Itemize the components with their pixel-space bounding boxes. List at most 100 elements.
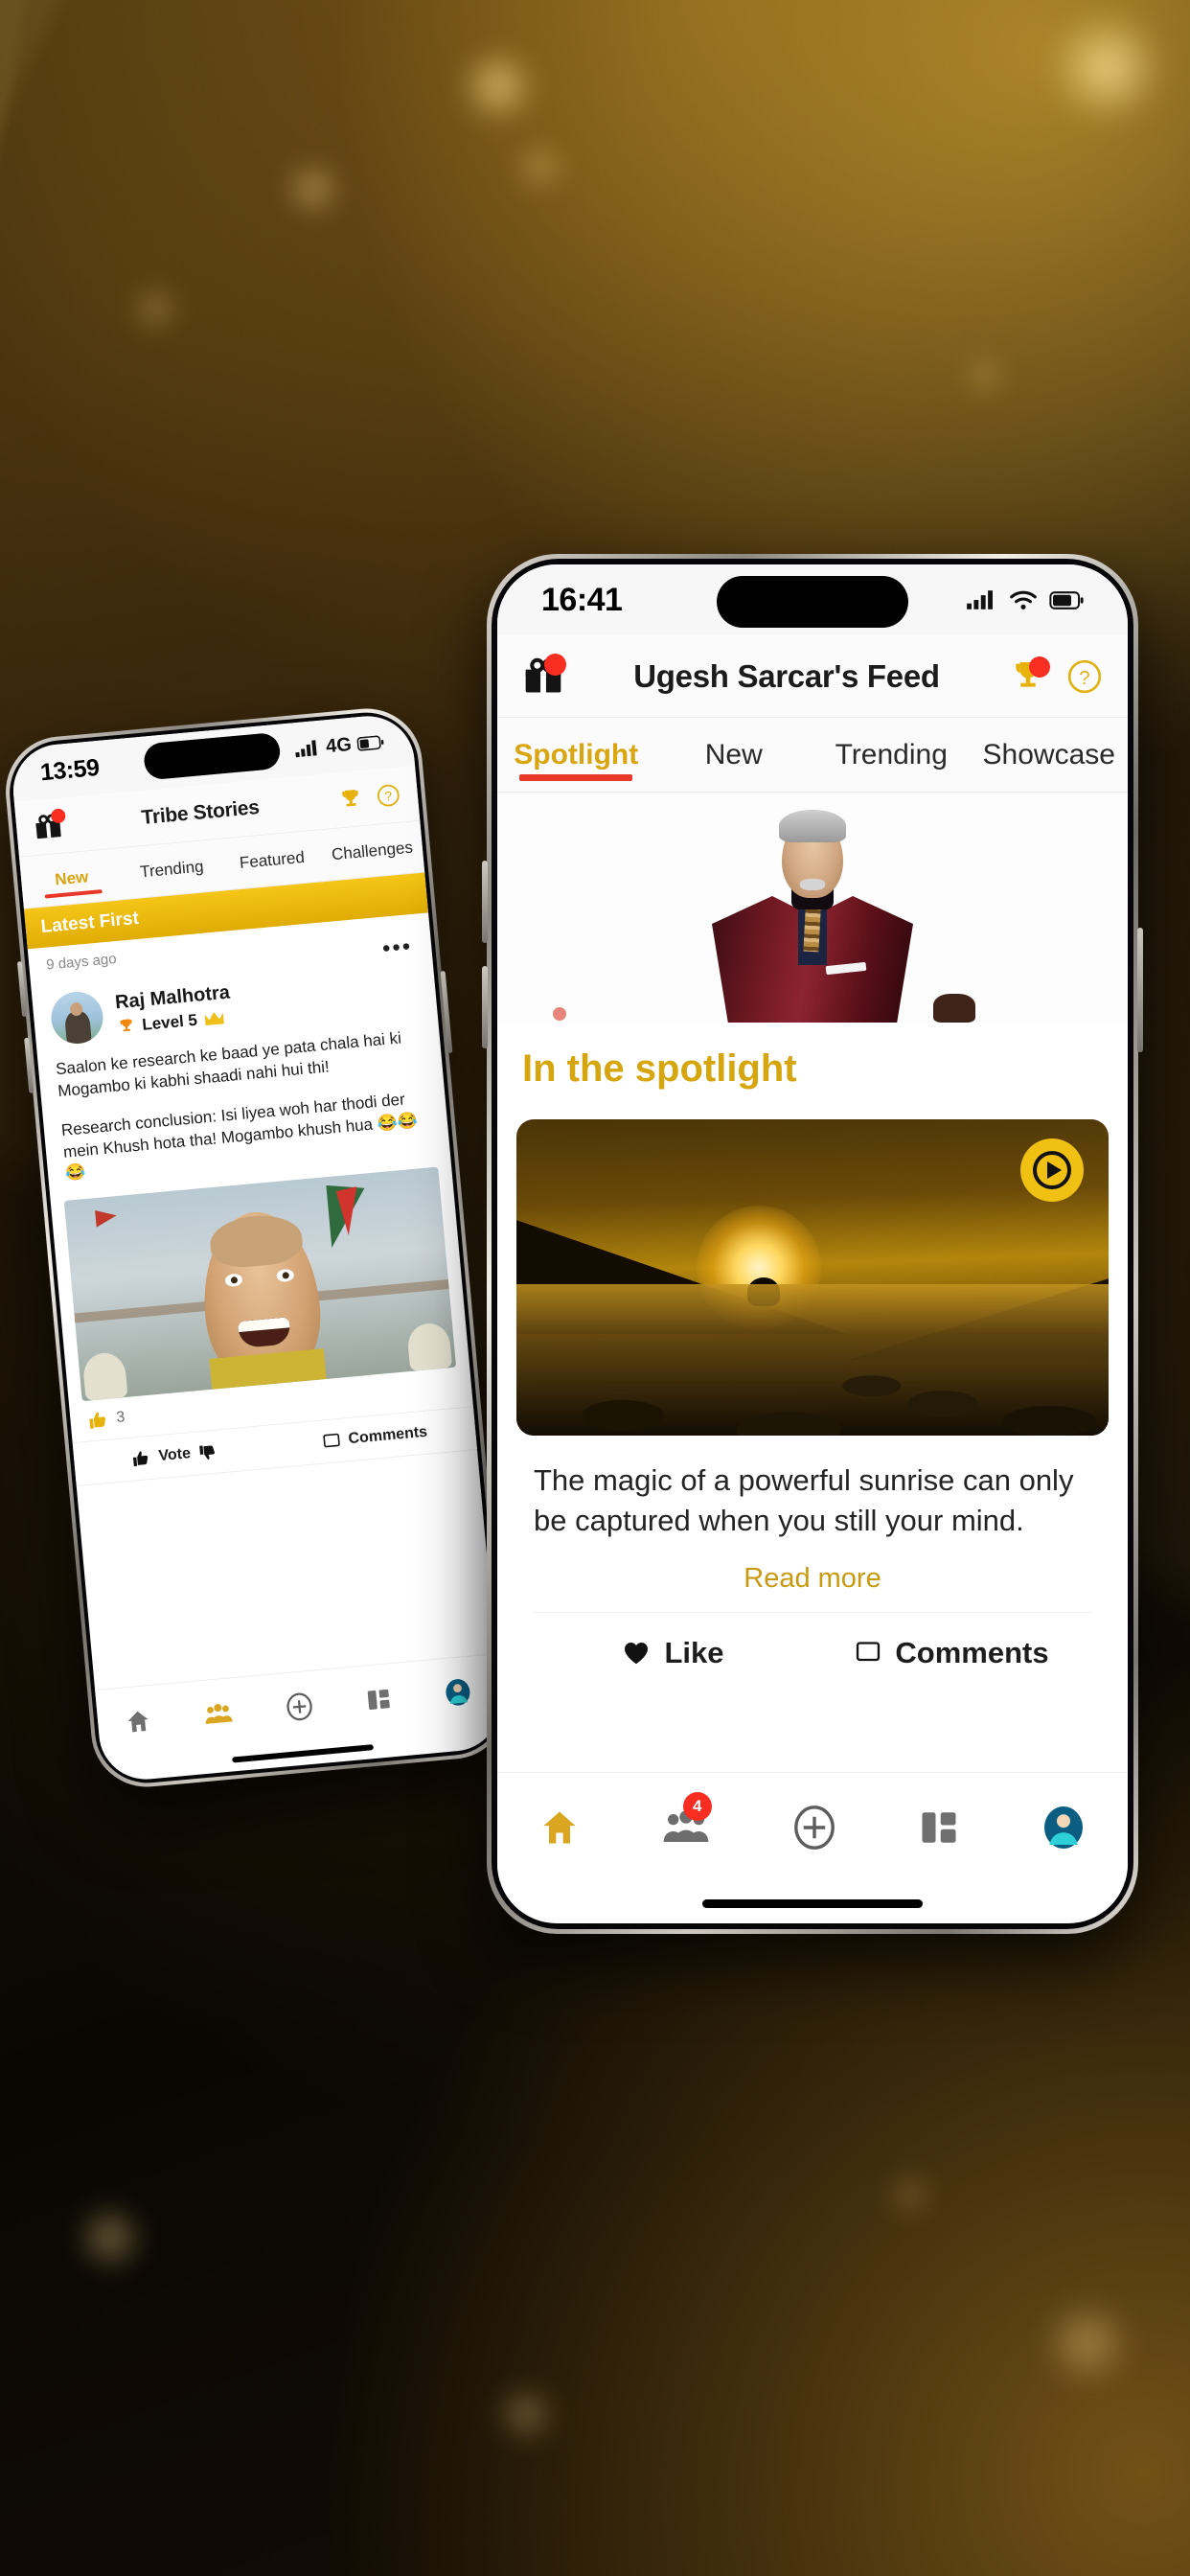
volume-button[interactable]: [482, 861, 488, 943]
home-icon: [543, 1811, 576, 1843]
network-type-label: 4G: [325, 733, 353, 757]
bokeh-light: [134, 288, 176, 330]
trophy-icon: [341, 789, 358, 807]
decor-dot: [553, 1007, 566, 1021]
page-title: Tribe Stories: [140, 795, 261, 829]
category-tabs: Spotlight New Trending Showcase: [497, 718, 1128, 793]
bokeh-light: [1049, 10, 1164, 125]
tab-spotlight[interactable]: Spotlight: [497, 739, 655, 771]
level-label: Level 5: [141, 1010, 198, 1034]
right-phone-screen: 16:41 Ugesh Sarcar's Feed ? Spotlight Ne…: [497, 564, 1128, 1923]
power-button[interactable]: [1137, 928, 1143, 1052]
tab-new[interactable]: New: [21, 864, 123, 892]
rocks-foreground: [516, 1290, 1109, 1436]
comments-button[interactable]: Comments: [274, 1418, 476, 1456]
play-button[interactable]: [1020, 1138, 1084, 1202]
plus-circle-icon: [794, 1805, 835, 1850]
right-phone-device: 16:41 Ugesh Sarcar's Feed ? Spotlight Ne…: [482, 554, 1143, 1934]
cellular-signal-icon: [967, 590, 993, 610]
dynamic-island: [717, 576, 908, 628]
nav-groups[interactable]: [203, 1700, 234, 1728]
nav-profile[interactable]: [1041, 1805, 1087, 1851]
avatar: [49, 990, 105, 1046]
spotlight-hero-image[interactable]: [497, 793, 1128, 1023]
thumbs-up-icon: [89, 1412, 106, 1429]
tab-trending[interactable]: Trending: [812, 739, 971, 771]
nav-dashboard[interactable]: [919, 1807, 959, 1848]
volume-button[interactable]: [482, 966, 488, 1048]
home-icon: [127, 1711, 149, 1732]
bokeh-light: [517, 144, 563, 190]
grid-layout-icon: [367, 1689, 390, 1710]
avatar-icon: [1044, 1806, 1084, 1849]
post-media-image[interactable]: [63, 1166, 457, 1402]
read-more-link[interactable]: Read more: [534, 1540, 1091, 1614]
like-button[interactable]: Like: [534, 1636, 812, 1670]
battery-icon: [1049, 590, 1084, 610]
tab-challenges[interactable]: Challenges: [321, 837, 423, 864]
nav-home[interactable]: [124, 1707, 152, 1736]
post-media-video[interactable]: [516, 1119, 1109, 1436]
vote-button[interactable]: Vote: [74, 1437, 276, 1474]
bokeh-light: [77, 2204, 144, 2271]
play-circle-icon: [1033, 1151, 1071, 1189]
crown-icon: [204, 1011, 224, 1025]
gift-button[interactable]: [33, 807, 66, 842]
decor-flag: [95, 1208, 121, 1260]
dynamic-island: [142, 731, 282, 781]
play-triangle: [1046, 1162, 1062, 1179]
tab-new[interactable]: New: [655, 739, 813, 771]
nav-groups[interactable]: 4: [662, 1791, 712, 1848]
comment-icon: [323, 1433, 340, 1448]
nav-home[interactable]: [538, 1806, 581, 1849]
groups-badge: 4: [682, 1791, 712, 1821]
bokeh-light: [891, 2175, 929, 2214]
grid-layout-icon: [922, 1811, 956, 1843]
trophy-badge: [1029, 656, 1050, 678]
help-button[interactable]: ?: [1066, 658, 1103, 695]
meme-subject-face: [195, 1207, 327, 1391]
gift-button[interactable]: [522, 653, 566, 698]
bokeh-light: [498, 2386, 554, 2442]
cellular-signal-icon: [295, 740, 318, 758]
nav-dashboard[interactable]: [365, 1686, 392, 1713]
thumbs-down-icon[interactable]: [197, 1442, 218, 1463]
status-time: 13:59: [38, 753, 101, 786]
people-group-icon: [205, 1703, 233, 1724]
avatar-icon: [446, 1678, 470, 1706]
bokeh-light: [1044, 2300, 1131, 2386]
page-title: Ugesh Sarcar's Feed: [633, 657, 940, 694]
plus-circle-icon: [286, 1692, 312, 1720]
nav-profile[interactable]: [443, 1676, 474, 1708]
tab-featured[interactable]: Featured: [221, 846, 323, 874]
trophy-button[interactable]: [337, 786, 364, 813]
tab-showcase[interactable]: Showcase: [971, 739, 1129, 771]
vote-label: Vote: [157, 1445, 192, 1465]
spotlight-section-title: In the spotlight: [497, 1023, 1128, 1119]
comment-icon: [857, 1642, 881, 1662]
comments-label: Comments: [347, 1423, 428, 1448]
wifi-icon: [1010, 590, 1037, 610]
bokeh-light: [460, 48, 537, 125]
post-actions-row: Like Comments: [534, 1613, 1091, 1671]
nav-create[interactable]: [284, 1690, 315, 1722]
gift-badge: [544, 653, 566, 676]
svg-text:?: ?: [384, 789, 393, 804]
trophy-button[interactable]: [1009, 656, 1050, 696]
bokeh-light: [968, 359, 1000, 392]
home-indicator[interactable]: [702, 1899, 923, 1908]
help-circle-icon: ?: [1067, 659, 1102, 693]
home-indicator[interactable]: [232, 1744, 375, 1763]
thumbs-up-icon: [133, 1451, 149, 1467]
battery-icon: [356, 735, 384, 751]
nav-create[interactable]: [791, 1805, 837, 1851]
post-card: 9 days ago ••• Raj Malhotra Level 5 Saal…: [28, 912, 478, 1487]
comments-label: Comments: [895, 1636, 1049, 1670]
app-bar: Ugesh Sarcar's Feed ?: [497, 635, 1128, 718]
bokeh-light: [287, 163, 339, 215]
comments-button[interactable]: Comments: [812, 1636, 1091, 1670]
heart-icon: [625, 1643, 649, 1665]
tab-trending[interactable]: Trending: [121, 855, 222, 883]
help-circle-icon: ?: [377, 784, 400, 807]
help-button[interactable]: ?: [376, 783, 401, 809]
